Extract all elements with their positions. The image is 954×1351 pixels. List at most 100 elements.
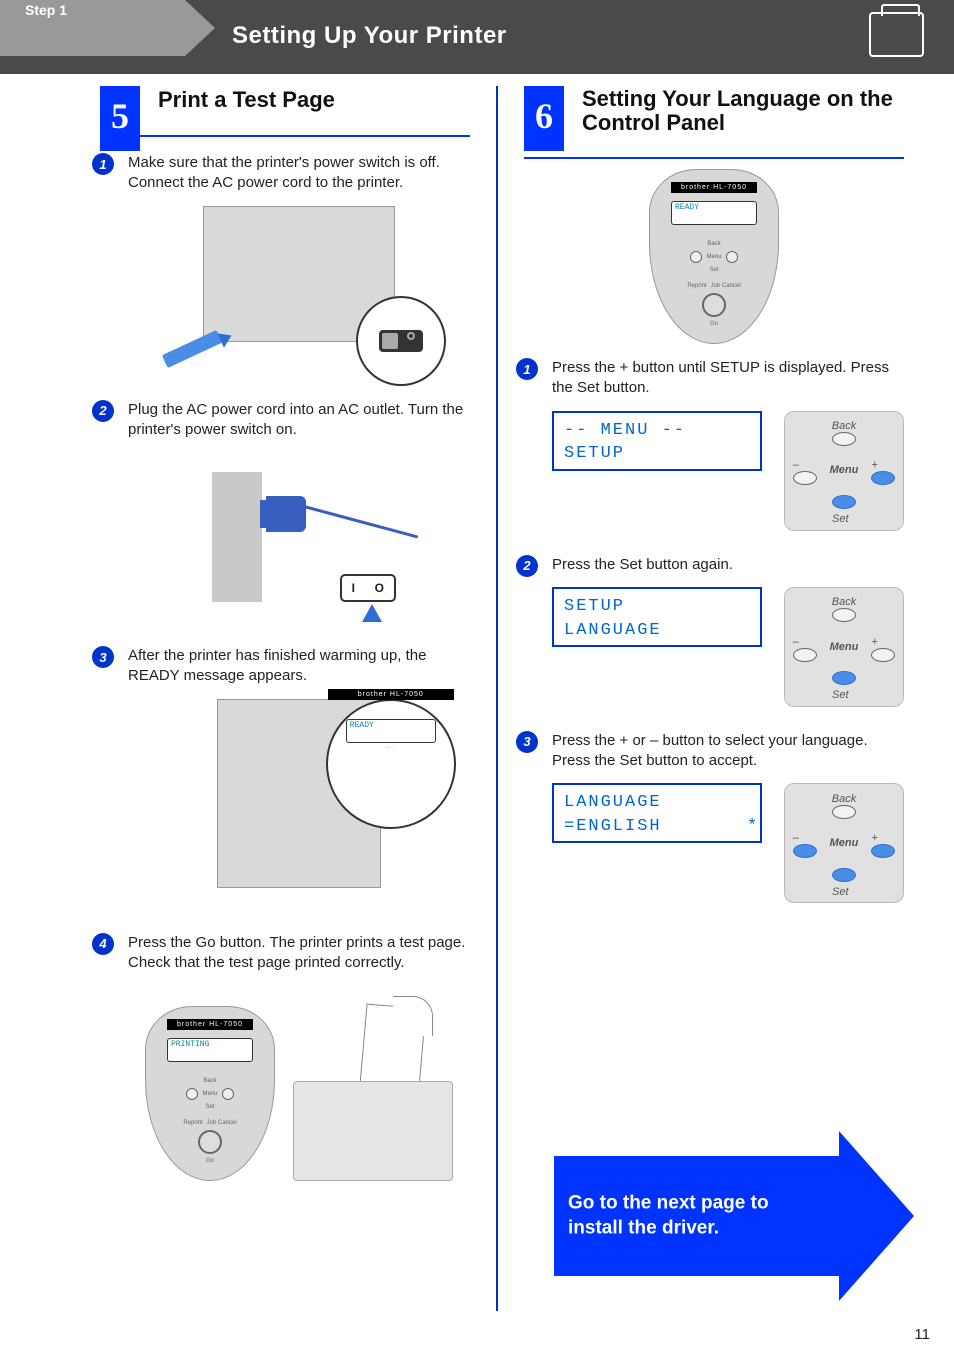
jobcancel-label-r: Job Cancel — [711, 283, 741, 289]
control-panel-illustration: brother HL-7050 PRINTING Back Menu — [145, 1006, 275, 1181]
left-step-1-text: Make sure that the printer's power switc… — [128, 153, 470, 194]
keypad-back-btn — [832, 432, 856, 446]
keypad3-plus-btn-highlight — [871, 844, 895, 858]
lcd-ready-text: READY — [347, 720, 435, 731]
plus-button-icon-r — [726, 251, 738, 263]
keypad3-plus: + — [871, 828, 895, 858]
back-label-r: Back — [707, 241, 720, 247]
keypad2-minus-btn — [793, 648, 817, 662]
keypad2-plus-btn — [871, 648, 895, 662]
left-step-4: 4 Press the Go button. The printer print… — [118, 933, 470, 1216]
plus-button-icon — [222, 1088, 234, 1100]
printer-icon — [869, 12, 924, 57]
keypad2-set-btn-highlight — [832, 671, 856, 685]
bullet-r1: 1 — [516, 358, 538, 380]
header-tab-arrow — [185, 0, 215, 56]
left-step-2-text: Plug the AC power cord into an AC outlet… — [128, 400, 470, 441]
power-cord-icon — [162, 329, 222, 367]
column-divider — [496, 86, 498, 1311]
reprint-label: Reprint — [183, 1120, 202, 1126]
next-page-arrow-text: Go to the next page to install the drive… — [568, 1191, 769, 1240]
keypad3-minus: – — [793, 828, 817, 858]
keypad2-set: Set — [832, 671, 856, 701]
keypad3-back-btn — [832, 805, 856, 819]
keypad2-plus: + — [871, 632, 895, 662]
bullet-3: 3 — [92, 646, 114, 668]
wall-outlet-icon — [212, 472, 262, 602]
lcd-screen-2: PRINTING — [167, 1038, 253, 1062]
keypad-back-label: Back — [832, 416, 856, 446]
right-step-3-figure: LANGUAGE =ENGLISH * Back – Menu + Set — [552, 783, 904, 903]
left-step-4-figure: brother HL-7050 PRINTING Back Menu — [128, 985, 470, 1215]
keypad3-set: Set — [832, 868, 856, 898]
right-step-1-text: Press the + button until SETUP is displa… — [552, 358, 904, 399]
bullet-2: 2 — [92, 400, 114, 422]
content-columns: 5 Print a Test Page 1 Make sure that the… — [100, 86, 904, 1311]
left-step-1: 1 Make sure that the printer's power swi… — [118, 153, 470, 376]
jobcancel-label: Job Cancel — [207, 1120, 237, 1126]
keypad-menu-label: Menu — [830, 464, 859, 476]
keypad-1: Back – Menu + Set — [784, 411, 904, 531]
keypad3-minus-btn-highlight — [793, 844, 817, 858]
right-step-1: 1 Press the + button until SETUP is disp… — [542, 358, 904, 531]
next-page-arrow: Go to the next page to install the drive… — [554, 1151, 914, 1281]
keypad3-menu-label: Menu — [830, 837, 859, 849]
go-button-icon-r — [702, 293, 726, 317]
set-label: Set — [205, 1104, 214, 1110]
keypad-3: Back – Menu + Set — [784, 783, 904, 903]
header-step-label: Step 1 — [25, 2, 67, 18]
back-label: Back — [203, 1078, 216, 1084]
bullet-r3: 3 — [516, 731, 538, 753]
section-heading-left: Print a Test Page — [158, 87, 470, 113]
panel-buttons-small: · · · — [386, 745, 395, 751]
right-step-2-figure: SETUP LANGUAGE Back – Menu + Set — [552, 587, 904, 707]
page-title: Setting Up Your Printer — [232, 22, 507, 50]
keypad3-set-btn-highlight — [832, 868, 856, 882]
plug-icon — [266, 496, 306, 532]
minus-button-icon — [186, 1088, 198, 1100]
keypad-plus: + — [871, 455, 895, 485]
lcd-brand-2: brother HL-7050 — [167, 1019, 253, 1030]
inset-lcd-ready: brother HL-7050 READY · · · — [326, 699, 456, 829]
right-step-1-figure: -- MENU -- SETUP Back – Menu + Set — [552, 411, 904, 531]
left-step-2: 2 Plug the AC power cord into an AC outl… — [118, 400, 470, 623]
keypad-set-label: Set — [832, 495, 856, 525]
lcd-setup-language: SETUP LANGUAGE — [552, 587, 762, 647]
section-rule-right — [524, 157, 904, 159]
keypad3-back: Back — [832, 789, 856, 819]
keypad-set-btn-highlight — [832, 495, 856, 509]
reprint-label-r: Reprint — [687, 283, 706, 289]
keypad2-back: Back — [832, 592, 856, 622]
lcd-brand-3: brother HL-7050 — [671, 182, 757, 193]
page: Step 1 Setting Up Your Printer 5 Print a… — [0, 0, 954, 1351]
inset-switch-off — [356, 296, 446, 386]
keypad2-menu-label: Menu — [830, 641, 859, 653]
keypad-plus-btn-highlight — [871, 471, 895, 485]
keypad-minus-btn — [793, 471, 817, 485]
lcd-brand: brother HL-7050 — [328, 689, 454, 700]
right-step-3-text: Press the + or – button to select your l… — [552, 731, 904, 772]
section-heading-right: Setting Your Language on the Control Pan… — [582, 87, 904, 135]
lcd-ready-text-2: READY — [672, 202, 756, 213]
lcd-screen: READY — [346, 719, 436, 743]
cord-icon — [302, 505, 419, 539]
lcd-language-english: LANGUAGE =ENGLISH * — [552, 783, 762, 843]
left-column: 5 Print a Test Page 1 Make sure that the… — [100, 86, 470, 1311]
section-rule-left — [100, 135, 470, 137]
printer-output-illustration — [293, 1006, 453, 1181]
page-number: 11 — [914, 1326, 930, 1343]
left-step-3-figure: brother HL-7050 READY · · · — [128, 699, 470, 909]
bullet-r2: 2 — [516, 555, 538, 577]
left-step-1-figure — [128, 206, 470, 376]
left-step-4-text: Press the Go button. The printer prints … — [128, 933, 470, 974]
printer-body-icon — [293, 1081, 453, 1181]
set-label-r: Set — [709, 267, 718, 273]
bullet-4: 4 — [92, 933, 114, 955]
control-panel-illustration-right: brother HL-7050 READY Back Menu Set Repr… — [649, 169, 779, 344]
minus-button-icon-r — [690, 251, 702, 263]
left-step-3: 3 After the printer has finished warming… — [118, 646, 470, 909]
arrow-up-icon — [362, 604, 382, 622]
go-label-r: Go — [710, 321, 718, 327]
right-column: 6 Setting Your Language on the Control P… — [524, 86, 904, 1311]
arrow-head-icon — [839, 1131, 914, 1301]
